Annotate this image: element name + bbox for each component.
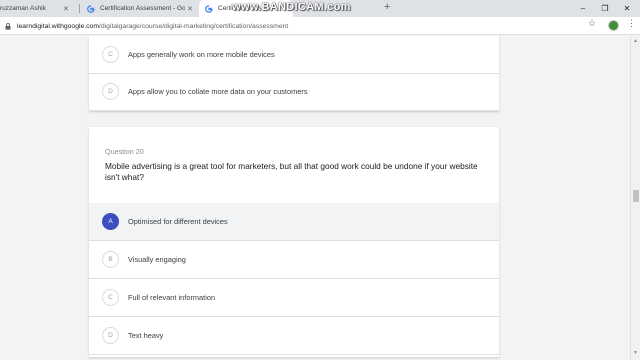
tab-2[interactable]: Certification Assessment - Goog ✕ [81,0,198,17]
bookmark-star-icon[interactable]: ☆ [588,18,596,29]
option-d[interactable]: D Text heavy [89,317,499,355]
previous-question-card: C Apps generally work on more mobile dev… [89,36,499,111]
new-tab-button[interactable]: + [384,1,390,13]
scroll-thumb[interactable] [633,190,639,202]
option-text: Apps allow you to collate more data on y… [128,87,308,96]
page-viewport: C Apps generally work on more mobile dev… [0,36,630,360]
option-letter: A [102,213,119,230]
option-letter: D [102,83,119,100]
option-text: Full of relevant information [128,293,216,302]
maximize-button[interactable]: ❐ [594,0,616,17]
scroll-up-arrow-icon[interactable]: ▲ [633,38,638,44]
option-text: Visually engaging [128,255,186,264]
option-letter: C [102,289,119,306]
option-letter: D [102,327,119,344]
tab-2-title: Certification Assessment - Goog [100,5,185,12]
tab-1-title: ruzzaman Ashik [0,5,46,12]
previous-option-c[interactable]: C Apps generally work on more mobile dev… [89,36,499,74]
question-card: Question 20 Mobile advertising is a grea… [89,127,499,357]
url-path: /digitalgarage/course/digital-marketing/… [99,22,289,30]
address-bar[interactable]: learndigital.withgoogle.com/digitalgarag… [0,19,600,33]
option-text: Text heavy [128,331,164,340]
scroll-down-arrow-icon[interactable]: ▼ [633,350,638,356]
option-b[interactable]: B Visually engaging [89,241,499,279]
tab-1[interactable]: ruzzaman Ashik ✕ [0,0,74,17]
option-c[interactable]: C Full of relevant information [89,279,499,317]
previous-option-d[interactable]: D Apps allow you to collate more data on… [89,73,499,111]
lock-icon[interactable] [3,22,13,30]
google-favicon-icon [205,4,213,13]
browser-toolbar: learndigital.withgoogle.com/digitalgarag… [0,17,640,35]
option-text: Optimised for different devices [128,217,228,226]
tab-2-close-icon[interactable]: ✕ [185,5,195,13]
option-letter: C [102,46,119,63]
page-scrollbar[interactable]: ▲ ▼ [630,36,640,360]
tab-separator [79,4,80,13]
browser-menu-icon[interactable]: ⋮ [627,18,636,29]
option-text: Apps generally work on more mobile devic… [128,50,275,59]
tab-strip: ruzzaman Ashik ✕ Certification Assessmen… [0,0,640,17]
option-letter: B [102,251,119,268]
minimize-button[interactable]: – [572,0,594,17]
option-a[interactable]: A Optimised for different devices [89,203,499,241]
question-text: Mobile advertising is a great tool for m… [105,161,478,182]
bandicam-watermark: www.BANDICAM.com [232,1,351,13]
profile-avatar[interactable] [608,20,619,31]
url-text: learndigital.withgoogle.com/digitalgarag… [17,23,288,30]
tab-1-close-icon[interactable]: ✕ [61,5,71,13]
question-number: Question 20 [105,147,144,156]
close-window-button[interactable]: ✕ [616,0,638,17]
url-host: learndigital.withgoogle.com [17,22,99,30]
google-favicon-icon [87,4,95,13]
